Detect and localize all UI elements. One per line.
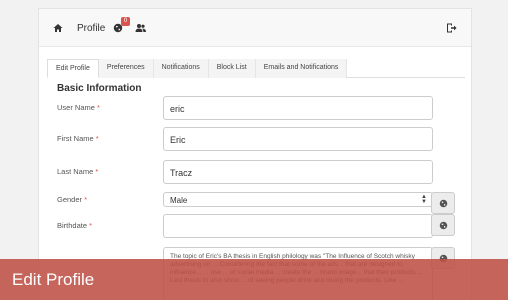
gender-select[interactable]: Male ▲ ▼ (163, 192, 433, 207)
gender-row: Gender * Male ▲ ▼ (57, 192, 467, 216)
last-name-input[interactable]: Tracz (163, 160, 433, 184)
top-toolbar: Profile 0 (39, 9, 471, 47)
first-name-row: First Name * Eric (57, 127, 467, 151)
select-arrows-icon: ▲ ▼ (421, 194, 427, 205)
tab-notifications[interactable]: Notifications (153, 59, 209, 78)
gender-label: Gender * (57, 195, 88, 204)
user-name-row: User Name * eric (57, 96, 467, 120)
tab-edit-profile[interactable]: Edit Profile (47, 59, 99, 78)
birthdate-row: Birthdate * (57, 214, 467, 238)
first-name-label: First Name * (57, 134, 99, 143)
notification-badge: 0 (121, 17, 130, 26)
logout-icon[interactable] (446, 9, 457, 47)
profile-link[interactable]: Profile (77, 9, 105, 47)
gender-selected-value: Male (170, 196, 188, 205)
globe-icon[interactable] (113, 9, 123, 47)
tab-preferences[interactable]: Preferences (98, 59, 154, 78)
birthdate-privacy-button[interactable] (431, 214, 455, 236)
tab-block-list[interactable]: Block List (208, 59, 256, 78)
profile-tabs: Edit Profile Preferences Notifications B… (47, 59, 465, 78)
profile-card: Profile 0 Edit Profile Preferences Notif… (38, 8, 472, 300)
birthdate-input[interactable] (163, 214, 433, 238)
last-name-row: Last Name * Tracz (57, 160, 467, 184)
user-name-label: User Name * (57, 103, 100, 112)
friends-icon[interactable] (135, 9, 147, 47)
section-title: Basic Information (57, 83, 142, 94)
caption-text: Edit Profile (12, 269, 95, 289)
globe-icon (439, 199, 447, 207)
home-icon[interactable] (53, 9, 63, 47)
user-name-input[interactable]: eric (163, 96, 433, 120)
first-name-input[interactable]: Eric (163, 127, 433, 151)
birthdate-label: Birthdate * (57, 221, 93, 230)
globe-icon (439, 221, 447, 229)
last-name-label: Last Name * (57, 167, 99, 176)
caption-banner: Edit Profile (0, 259, 508, 300)
gender-privacy-button[interactable] (431, 192, 455, 214)
tab-emails-and-notifications[interactable]: Emails and Notifications (255, 59, 348, 78)
